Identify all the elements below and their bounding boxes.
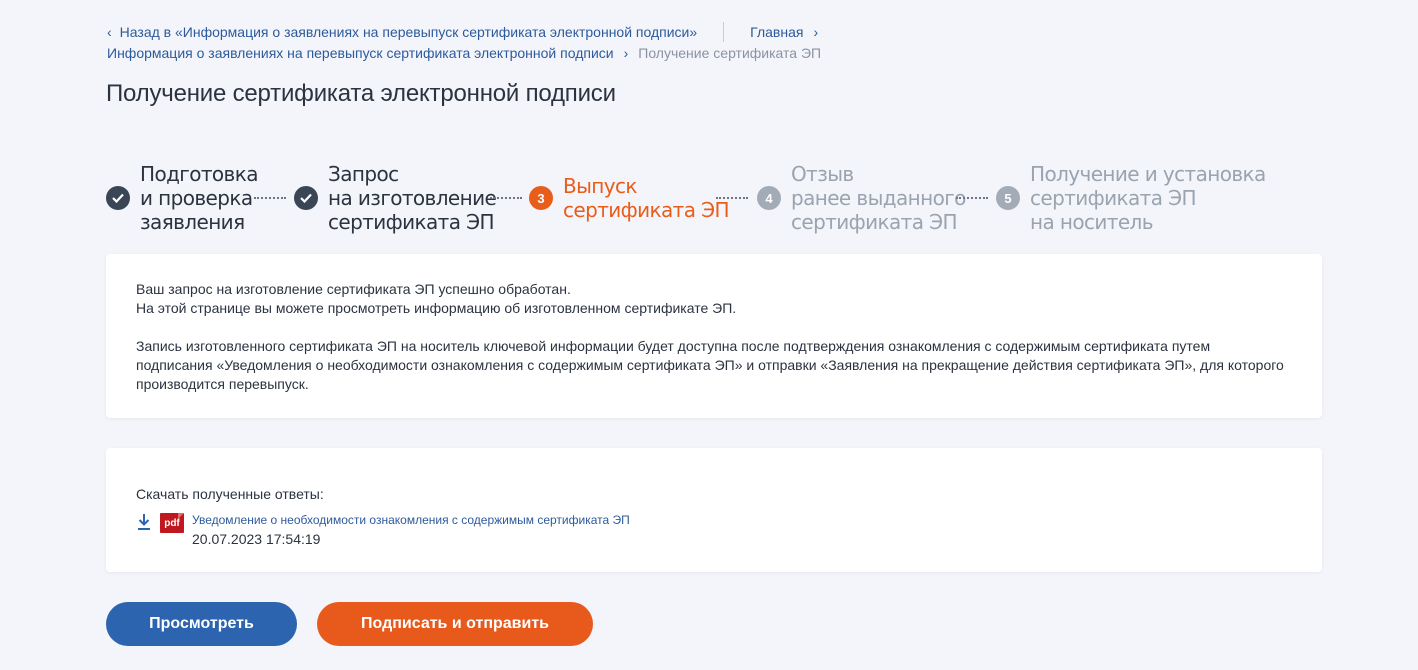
chevron-right-icon: › (623, 45, 629, 61)
breadcrumb: ‹ Назад в «Информация о заявлениях на пе… (107, 22, 828, 63)
info-line-1: Ваш запрос на изготовление сертификата Э… (136, 281, 571, 297)
progress-stepper: Подготовка и проверка заявления Запрос н… (106, 162, 1326, 234)
back-link[interactable]: ‹ Назад в «Информация о заявлениях на пе… (107, 24, 697, 40)
breadcrumb-separator (723, 22, 725, 42)
step-4-number: 4 (757, 186, 781, 210)
pdf-file-icon: pdf (160, 513, 184, 533)
chevron-right-icon: › (813, 24, 819, 40)
download-item: pdf Уведомление о необходимости ознакомл… (136, 511, 630, 547)
download-file-date: 20.07.2023 17:54:19 (192, 531, 321, 547)
step-5: 5 Получение и установка сертификата ЭП н… (996, 162, 1266, 234)
step-3: 3 Выпуск сертификата ЭП (529, 174, 730, 222)
step-connector (956, 197, 988, 199)
download-file-link[interactable]: Уведомление о необходимости ознакомления… (192, 513, 630, 527)
step-5-number: 5 (996, 186, 1020, 210)
breadcrumb-parent-link[interactable]: Информация о заявлениях на перевыпуск се… (107, 45, 614, 61)
download-icon[interactable] (136, 513, 154, 533)
step-3-label: Выпуск сертификата ЭП (563, 174, 730, 222)
sign-and-send-button[interactable]: Подписать и отправить (317, 602, 593, 646)
info-paragraph: Запись изготовленного сертификата ЭП на … (136, 338, 1284, 392)
breadcrumb-current: Получение сертификата ЭП (638, 45, 822, 61)
step-connector (716, 197, 748, 199)
downloads-title: Скачать полученные ответы: (136, 486, 324, 502)
check-icon (106, 186, 130, 210)
back-link-label: Назад в «Информация о заявлениях на пере… (119, 24, 698, 40)
step-1: Подготовка и проверка заявления (106, 162, 258, 234)
downloads-card: Скачать полученные ответы: pdf Уведомлен… (106, 448, 1322, 572)
info-card: Ваш запрос на изготовление сертификата Э… (106, 254, 1322, 418)
check-icon (294, 186, 318, 210)
step-3-number: 3 (529, 186, 553, 210)
step-connector (490, 197, 522, 199)
page-title: Получение сертификата электронной подпис… (106, 80, 616, 107)
step-2: Запрос на изготовление сертификата ЭП (294, 162, 497, 234)
breadcrumb-home-link[interactable]: Главная (750, 24, 803, 40)
chevron-left-icon: ‹ (107, 24, 112, 40)
step-5-label: Получение и установка сертификата ЭП на … (1030, 162, 1266, 234)
info-line-2: На этой странице вы можете просмотреть и… (136, 300, 737, 316)
step-4-label: Отзыв ранее выданного сертификата ЭП (791, 162, 966, 234)
step-connector (254, 197, 286, 199)
step-1-label: Подготовка и проверка заявления (140, 162, 258, 234)
step-4: 4 Отзыв ранее выданного сертификата ЭП (757, 162, 966, 234)
step-2-label: Запрос на изготовление сертификата ЭП (328, 162, 497, 234)
view-button[interactable]: Просмотреть (106, 602, 297, 646)
